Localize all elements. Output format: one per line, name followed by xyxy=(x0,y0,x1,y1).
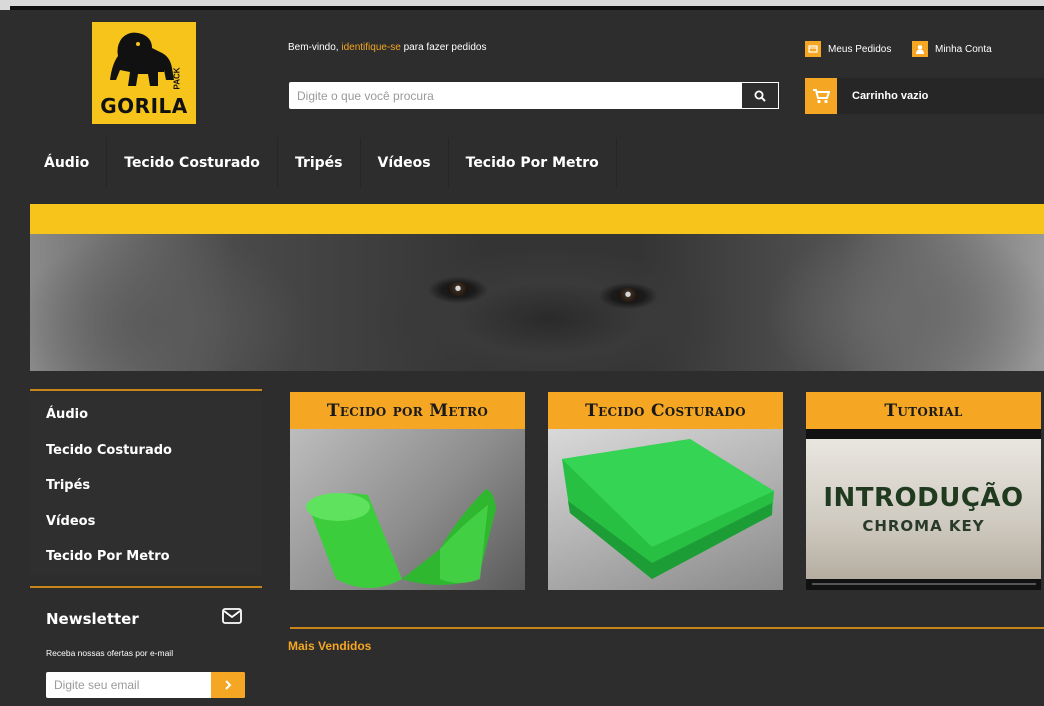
search-input[interactable] xyxy=(289,82,741,109)
hero-banner[interactable] xyxy=(30,204,1044,371)
envelope-icon xyxy=(222,608,242,624)
sidebar-item-audio[interactable]: Áudio xyxy=(30,397,262,433)
chevron-right-icon xyxy=(225,680,232,690)
newsletter-email-input[interactable] xyxy=(46,672,211,698)
gorila-logo[interactable]: PACK GORILA xyxy=(92,22,196,124)
banner-yellow-strip xyxy=(30,204,1044,234)
sidebar-item-tecido-costurado[interactable]: Tecido Costurado xyxy=(30,432,262,468)
best-sellers-title: Mais Vendidos xyxy=(288,639,372,653)
best-sellers-divider xyxy=(290,627,1044,629)
folded-green-fabric-image xyxy=(548,429,783,590)
video-subtitle: CHROMA KEY xyxy=(862,517,985,535)
category-card-tutorial[interactable]: Tutorial INTRODUÇÃO CHROMA KEY xyxy=(806,392,1041,590)
newsletter-title: Newsletter xyxy=(46,610,139,628)
my-orders-label: Meus Pedidos xyxy=(828,43,892,55)
search-icon xyxy=(754,90,766,102)
search-button[interactable] xyxy=(741,82,779,109)
sidebar-categories: Áudio Tecido Costurado Tripés Vídeos Tec… xyxy=(30,389,262,575)
main-nav: Áudio Tecido Costurado Tripés Vídeos Tec… xyxy=(30,138,617,188)
browser-top-edge xyxy=(0,0,1044,10)
newsletter-divider xyxy=(30,586,262,588)
card-title: Tecido por Metro xyxy=(290,392,525,429)
logo-pack-text: PACK xyxy=(172,67,182,90)
cart-widget[interactable]: Carrinho vazio xyxy=(805,78,1044,114)
newsletter-box: Newsletter Receba nossas ofertas por e-m… xyxy=(30,586,262,698)
user-icon xyxy=(912,41,928,57)
orders-icon xyxy=(805,41,821,57)
gorilla-eye-right xyxy=(617,288,639,302)
cart-label: Carrinho vazio xyxy=(852,90,929,102)
card-title: Tecido Costurado xyxy=(548,392,783,429)
newsletter-submit-button[interactable] xyxy=(211,672,245,698)
gorilla-eye-left xyxy=(447,282,469,296)
search-bar xyxy=(289,82,779,109)
card-title: Tutorial xyxy=(806,392,1041,429)
newsletter-form xyxy=(46,672,245,698)
welcome-message: Bem-vindo, identifique-se para fazer ped… xyxy=(288,42,486,53)
cart-icon xyxy=(805,78,837,114)
logo-wordmark: GORILA xyxy=(100,94,188,118)
gorilla-banner-image xyxy=(30,234,1044,371)
video-title-bar xyxy=(806,429,1041,439)
video-title: INTRODUÇÃO xyxy=(823,483,1024,513)
category-card-tecido-por-metro[interactable]: Tecido por Metro xyxy=(290,392,525,590)
login-link[interactable]: identifique-se xyxy=(341,42,400,53)
nav-item-audio[interactable]: Áudio xyxy=(30,138,108,188)
nav-item-videos[interactable]: Vídeos xyxy=(361,138,449,188)
my-orders-link[interactable]: Meus Pedidos xyxy=(805,40,891,58)
gorilla-logo-icon xyxy=(110,32,174,86)
my-account-label: Minha Conta xyxy=(935,43,992,55)
nav-item-tecido-costurado[interactable]: Tecido Costurado xyxy=(107,138,278,188)
video-controls[interactable] xyxy=(806,579,1041,590)
nav-item-tecido-por-metro[interactable]: Tecido Por Metro xyxy=(449,138,617,188)
video-frame: INTRODUÇÃO CHROMA KEY xyxy=(806,439,1041,579)
sidebar-item-tripes[interactable]: Tripés xyxy=(30,468,262,504)
newsletter-text: Receba nossas ofertas por e-mail xyxy=(46,648,174,658)
sidebar-item-tecido-por-metro[interactable]: Tecido Por Metro xyxy=(30,539,262,575)
nav-item-tripes[interactable]: Tripés xyxy=(278,138,361,188)
welcome-suffix: para fazer pedidos xyxy=(403,42,487,53)
tutorial-video-thumbnail: INTRODUÇÃO CHROMA KEY xyxy=(806,429,1041,590)
welcome-prefix: Bem-vindo, xyxy=(288,42,339,53)
my-account-link[interactable]: Minha Conta xyxy=(912,40,992,58)
green-fabric-roll-image xyxy=(290,429,525,590)
category-card-tecido-costurado[interactable]: Tecido Costurado xyxy=(548,392,783,590)
sidebar-item-videos[interactable]: Vídeos xyxy=(30,503,262,539)
